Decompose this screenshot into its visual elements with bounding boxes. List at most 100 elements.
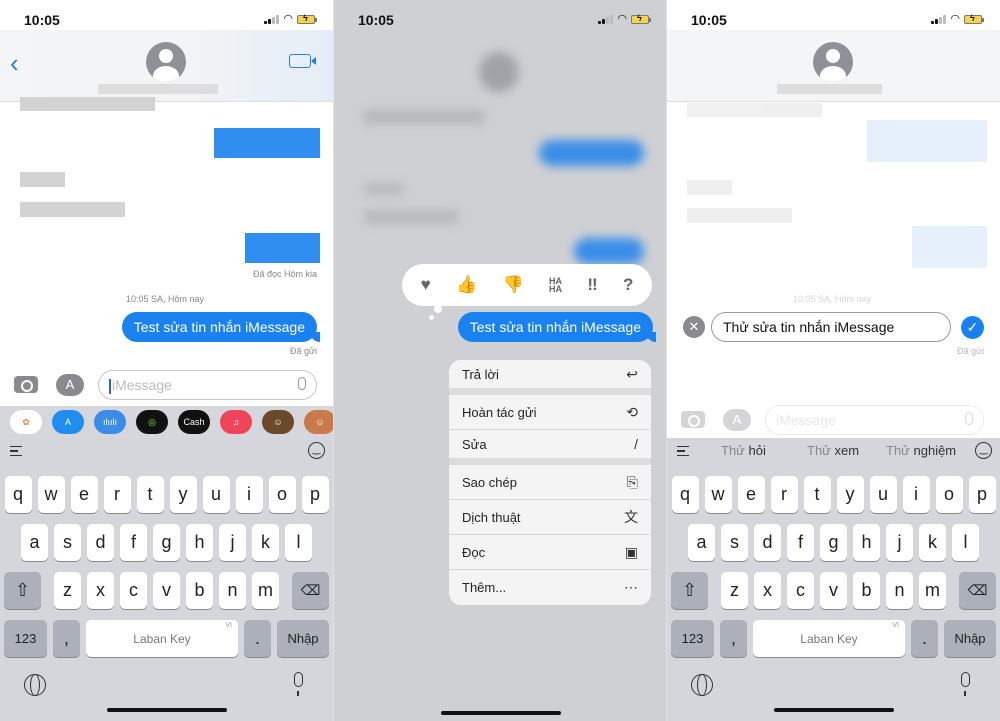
key-m[interactable]: m	[252, 572, 279, 609]
key-q[interactable]: q	[4, 476, 32, 513]
menu-item-edit[interactable]: Sửa /	[449, 430, 651, 465]
menu-item-undo-send[interactable]: Hoàn tác gửi ⟲	[449, 395, 651, 430]
key-j[interactable]: j	[886, 524, 913, 561]
key-r[interactable]: r	[103, 476, 131, 513]
enter-key[interactable]: Nhập	[944, 620, 996, 657]
key-h[interactable]: h	[853, 524, 880, 561]
delete-key[interactable]: ⌫	[292, 572, 329, 609]
key-x[interactable]: x	[754, 572, 781, 609]
key-u[interactable]: u	[869, 476, 897, 513]
haha-reaction-icon[interactable]: HA HA	[549, 277, 562, 294]
key-w[interactable]: w	[37, 476, 65, 513]
photos-app-icon[interactable]: ✿	[10, 410, 42, 434]
app-store-icon[interactable]: A	[56, 374, 84, 396]
camera-icon[interactable]	[14, 376, 38, 393]
key-t[interactable]: t	[803, 476, 831, 513]
contact-name-redacted[interactable]	[777, 84, 882, 94]
exclamation-reaction-icon[interactable]: ‼	[587, 275, 597, 295]
numbers-key[interactable]: 123	[4, 620, 47, 657]
shift-key[interactable]: ⇧	[4, 572, 41, 609]
key-l[interactable]: l	[285, 524, 312, 561]
key-e[interactable]: e	[737, 476, 765, 513]
app-store-app-icon[interactable]: A	[52, 410, 84, 434]
key-a[interactable]: a	[21, 524, 48, 561]
key-y[interactable]: y	[836, 476, 864, 513]
key-f[interactable]: f	[120, 524, 147, 561]
facetime-video-icon[interactable]	[289, 54, 316, 68]
key-w[interactable]: w	[704, 476, 732, 513]
key-r[interactable]: r	[770, 476, 798, 513]
selected-message-bubble[interactable]: Test sửa tin nhắn iMessage	[457, 312, 657, 342]
message-input[interactable]: iMessage	[98, 370, 317, 400]
menu-item-reply[interactable]: Trả lời ↩	[449, 360, 651, 395]
shift-key[interactable]: ⇧	[671, 572, 708, 609]
contact-name-redacted[interactable]	[98, 84, 218, 94]
thumbs-up-reaction-icon[interactable]: 👍	[456, 275, 477, 295]
key-m[interactable]: m	[919, 572, 946, 609]
contact-avatar[interactable]	[813, 42, 853, 82]
music-app-icon[interactable]: ♫	[220, 410, 252, 434]
key-g[interactable]: g	[820, 524, 847, 561]
key-d[interactable]: d	[87, 524, 114, 561]
key-k[interactable]: k	[919, 524, 946, 561]
key-y[interactable]: y	[169, 476, 197, 513]
key-i[interactable]: i	[902, 476, 930, 513]
key-p[interactable]: p	[968, 476, 996, 513]
cancel-edit-button[interactable]: ✕	[683, 316, 705, 338]
suggestion-1[interactable]: Thử hỏi	[721, 443, 766, 458]
keyboard-menu-icon[interactable]	[677, 446, 689, 456]
key-z[interactable]: z	[721, 572, 748, 609]
menu-item-more[interactable]: Thêm... ⋯	[449, 570, 651, 605]
key-d[interactable]: d	[754, 524, 781, 561]
key-h[interactable]: h	[186, 524, 213, 561]
enter-key[interactable]: Nhập	[277, 620, 329, 657]
comma-key[interactable]: ,	[720, 620, 747, 657]
keyboard-menu-icon[interactable]	[10, 446, 22, 456]
key-s[interactable]: s	[721, 524, 748, 561]
key-a[interactable]: a	[688, 524, 715, 561]
memoji-app-icon[interactable]: ☺	[262, 410, 294, 434]
key-t[interactable]: t	[136, 476, 164, 513]
key-q[interactable]: q	[671, 476, 699, 513]
key-o[interactable]: o	[935, 476, 963, 513]
emoji-icon[interactable]: ‿	[308, 442, 325, 459]
apple-cash-app-icon[interactable]: Cash	[178, 410, 210, 434]
key-g[interactable]: g	[153, 524, 180, 561]
keyboard-mic-icon[interactable]	[961, 672, 970, 696]
sent-message-bubble[interactable]: Test sửa tin nhắn iMessage	[121, 312, 321, 342]
key-n[interactable]: n	[886, 572, 913, 609]
activity-app-icon[interactable]: ◎	[136, 410, 168, 434]
key-f[interactable]: f	[787, 524, 814, 561]
stickers-app-icon[interactable]: ☺	[304, 410, 333, 434]
globe-icon[interactable]	[24, 674, 46, 696]
suggestion-3[interactable]: Thử nghiệm	[886, 443, 956, 458]
space-key[interactable]: Laban Key VI	[86, 620, 238, 657]
key-z[interactable]: z	[54, 572, 81, 609]
emoji-icon[interactable]: ‿	[975, 442, 992, 459]
period-key[interactable]: .	[244, 620, 271, 657]
delete-key[interactable]: ⌫	[959, 572, 996, 609]
key-v[interactable]: v	[153, 572, 180, 609]
key-i[interactable]: i	[235, 476, 263, 513]
audio-message-app-icon[interactable]: ılıılı	[94, 410, 126, 434]
space-key[interactable]: Laban Key VI	[753, 620, 905, 657]
contact-avatar[interactable]	[146, 42, 186, 82]
menu-item-copy[interactable]: Sao chép ⎘	[449, 465, 651, 500]
key-e[interactable]: e	[70, 476, 98, 513]
question-reaction-icon[interactable]: ?	[623, 275, 633, 295]
key-b[interactable]: b	[853, 572, 880, 609]
key-c[interactable]: c	[120, 572, 147, 609]
key-k[interactable]: k	[252, 524, 279, 561]
globe-icon[interactable]	[691, 674, 713, 696]
period-key[interactable]: .	[911, 620, 938, 657]
confirm-edit-button[interactable]: ✓	[961, 316, 984, 339]
key-o[interactable]: o	[268, 476, 296, 513]
keyboard-mic-icon[interactable]	[294, 672, 303, 696]
thumbs-down-reaction-icon[interactable]: 👎	[503, 275, 524, 295]
suggestion-2[interactable]: Thử xem	[807, 443, 859, 458]
key-x[interactable]: x	[87, 572, 114, 609]
menu-item-translate[interactable]: Dịch thuật 文	[449, 500, 651, 535]
key-n[interactable]: n	[219, 572, 246, 609]
key-p[interactable]: p	[301, 476, 329, 513]
key-b[interactable]: b	[186, 572, 213, 609]
